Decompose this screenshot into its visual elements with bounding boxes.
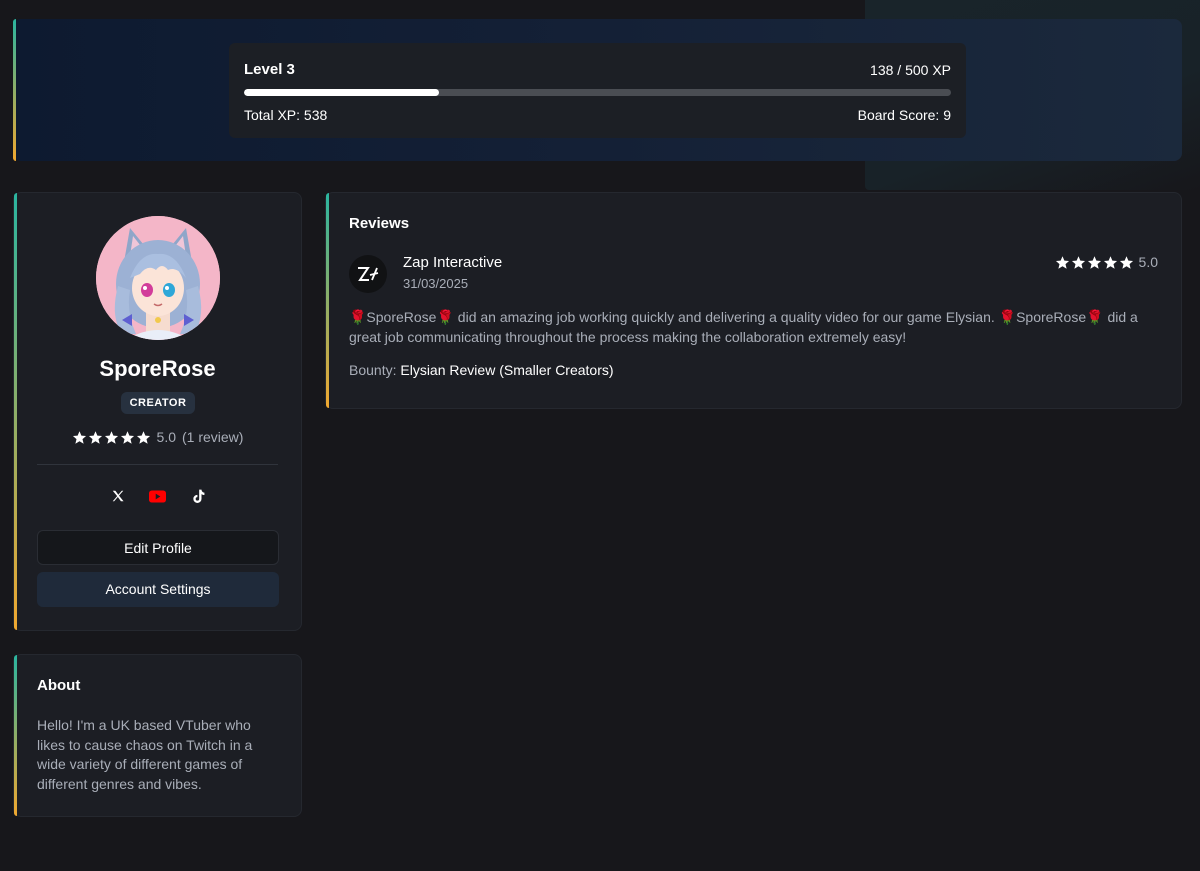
total-xp: Total XP: 538 <box>244 107 328 123</box>
xp-progress-fill <box>244 89 440 96</box>
profile-rating: 5.0 (1 review) <box>14 429 301 445</box>
xp-progress-text: 138 / 500 XP <box>870 61 951 78</box>
star-icon <box>136 430 150 444</box>
review-text: 🌹SporeRose🌹 did an amazing job working q… <box>349 309 1138 345</box>
rating-stars <box>72 430 151 445</box>
level-banner: Level 3 138 / 500 XP Total XP: 538 Board… <box>13 19 1182 161</box>
review-rating: 5.0 <box>1055 254 1158 270</box>
star-icon <box>1087 255 1101 269</box>
level-label: Level 3 <box>244 61 295 78</box>
reviewer-name[interactable]: Zap Interactive <box>403 254 502 271</box>
review-date: 31/03/2025 <box>403 276 469 291</box>
star-icon <box>1071 255 1085 269</box>
avatar <box>96 216 220 340</box>
reviews-title: Reviews <box>349 215 410 232</box>
reviews-card: Reviews Zap Interactive 31/03/2025 5.0 🌹… <box>325 192 1182 409</box>
star-icon <box>88 430 102 444</box>
review-count: (1 review) <box>182 429 244 445</box>
about-title: About <box>37 677 81 694</box>
divider <box>37 464 278 465</box>
star-icon <box>1119 255 1133 269</box>
xp-panel: Level 3 138 / 500 XP Total XP: 538 Board… <box>229 43 966 138</box>
about-card: About Hello! I'm a UK based VTuber who l… <box>13 654 302 817</box>
review-bounty: Bounty: Elysian Review (Smaller Creators… <box>349 362 1158 378</box>
rating-value: 5.0 <box>156 429 176 445</box>
bounty-label: Bounty: <box>349 362 397 378</box>
board-score: Board Score: 9 <box>857 107 951 123</box>
profile-card: SporeRose CREATOR 5.0 (1 review) Edit Pr… <box>13 192 302 631</box>
role-badge: CREATOR <box>121 392 195 414</box>
review-stars <box>1055 255 1134 270</box>
about-text: Hello! I'm a UK based VTuber who likes t… <box>37 717 253 792</box>
star-icon <box>120 430 134 444</box>
star-icon <box>1055 255 1069 269</box>
bounty-value[interactable]: Elysian Review (Smaller Creators) <box>400 362 613 378</box>
zap-logo-icon <box>358 267 379 281</box>
tiktok-icon[interactable] <box>189 487 207 505</box>
profile-name: SporeRose <box>99 356 216 381</box>
review-rating-value: 5.0 <box>1138 254 1158 270</box>
x-icon[interactable] <box>109 487 127 505</box>
social-links <box>14 487 301 505</box>
star-icon <box>1103 255 1117 269</box>
star-icon <box>72 430 86 444</box>
reviewer-logo <box>349 255 387 293</box>
avatar-illustration <box>96 216 220 340</box>
youtube-icon[interactable] <box>149 487 167 505</box>
star-icon <box>104 430 118 444</box>
edit-profile-button[interactable]: Edit Profile <box>37 530 279 565</box>
review-item: Zap Interactive 31/03/2025 5.0 🌹SporeRos… <box>349 254 1158 378</box>
account-settings-button[interactable]: Account Settings <box>37 572 279 607</box>
xp-progress-bar <box>244 89 951 96</box>
